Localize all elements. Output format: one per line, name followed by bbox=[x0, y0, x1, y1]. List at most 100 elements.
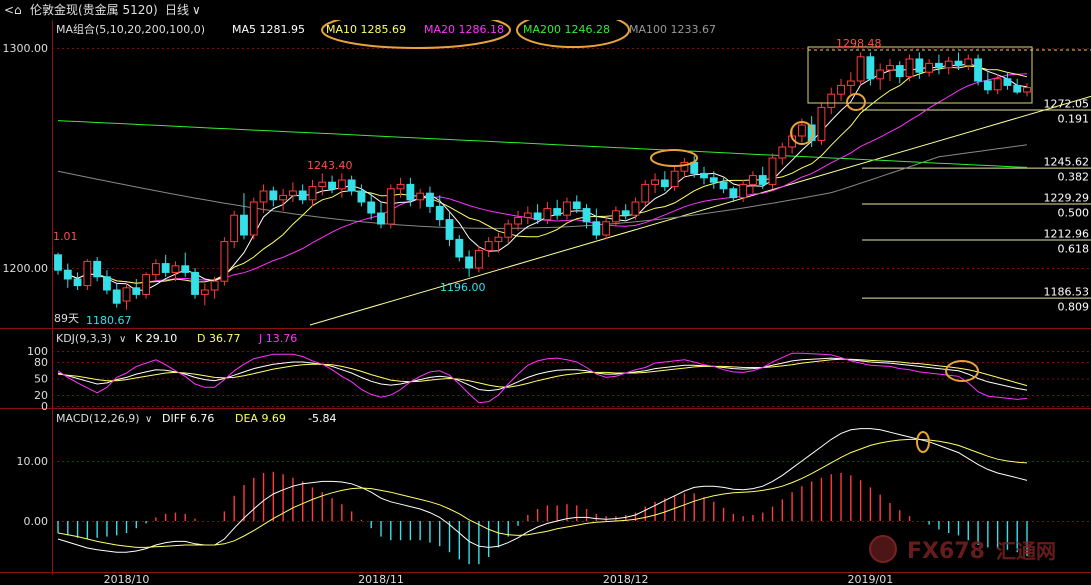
candle-body bbox=[543, 208, 552, 221]
instrument-title[interactable]: 伦敦金现(贵金属 5120) bbox=[30, 0, 158, 20]
candle-body bbox=[347, 179, 356, 192]
macd-diff-line bbox=[57, 428, 1028, 553]
candle-body bbox=[298, 190, 307, 201]
candle-body bbox=[719, 181, 728, 190]
candle-body bbox=[445, 219, 454, 240]
candle-body bbox=[210, 280, 219, 291]
x-tick-label: 2019/01 bbox=[848, 573, 894, 585]
candle-body bbox=[886, 65, 894, 71]
candle-body bbox=[249, 201, 258, 236]
back-icon[interactable]: <⌂ bbox=[4, 0, 22, 20]
x-tick-label: 2018/12 bbox=[603, 573, 649, 585]
candle-body bbox=[1023, 87, 1031, 93]
ma10-line bbox=[67, 65, 1028, 284]
macd-diff-legend: DIFF 6.76 bbox=[162, 412, 214, 425]
candle-body bbox=[200, 289, 209, 295]
kdj-j-legend: J 13.76 bbox=[258, 332, 297, 345]
chart-canvas: 1272.050.1911245.620.3821229.290.5001212… bbox=[0, 11, 1091, 585]
candle-body bbox=[367, 201, 376, 214]
candle-body bbox=[161, 263, 170, 273]
candle-body bbox=[768, 157, 777, 185]
candle-body bbox=[191, 271, 199, 295]
candle-body bbox=[377, 212, 385, 225]
candle-body bbox=[171, 265, 180, 273]
candle-body bbox=[132, 287, 141, 295]
candle-body bbox=[426, 192, 434, 207]
ma5-line bbox=[67, 62, 1028, 291]
candle-body bbox=[700, 172, 708, 179]
candle-body bbox=[563, 201, 571, 216]
kdj-y-tick-label: 80 bbox=[34, 356, 48, 369]
candle-body bbox=[670, 170, 679, 188]
kdj-legend-name: KDJ(9,3,3) bbox=[56, 332, 112, 345]
candle-body bbox=[142, 274, 151, 295]
moving-average-lines bbox=[57, 62, 1028, 291]
candle-body bbox=[112, 289, 121, 304]
x-tick-labels: 2018/10 2018/11 2018/12 2019/01 bbox=[104, 572, 894, 585]
macd-dropdown-glyph[interactable]: ∨ bbox=[145, 414, 152, 425]
label-high-nov: 1243.40 bbox=[307, 159, 353, 172]
fib-level-ratio: 0.618 bbox=[1058, 242, 1090, 255]
candle-body bbox=[749, 175, 757, 185]
candle-body bbox=[435, 205, 444, 221]
candle-body bbox=[337, 179, 346, 190]
candle-body bbox=[866, 56, 875, 80]
ma5-legend: MA5 1281.95 bbox=[232, 23, 305, 36]
candle-body bbox=[54, 254, 62, 271]
fib-level-ratio: 0.500 bbox=[1058, 207, 1090, 220]
candle-body bbox=[925, 62, 934, 73]
label-high-far-left: 1.01 bbox=[53, 230, 78, 243]
candle-body bbox=[416, 192, 425, 201]
candle-body bbox=[954, 60, 963, 67]
candle-body bbox=[631, 201, 640, 216]
support-trendline bbox=[309, 95, 1091, 326]
candle-body bbox=[817, 106, 826, 141]
macd-dea-legend: DEA 9.69 bbox=[235, 412, 286, 425]
label-low-oct: 1180.67 bbox=[86, 314, 132, 327]
candle-body bbox=[944, 60, 953, 69]
candle-body bbox=[474, 249, 483, 269]
ma100-legend: MA100 1233.67 bbox=[629, 23, 716, 36]
candle-body bbox=[181, 265, 190, 273]
kdj-dropdown-glyph[interactable]: ∨ bbox=[119, 334, 126, 345]
candlesticks bbox=[54, 52, 1031, 310]
candle-body bbox=[465, 256, 474, 269]
candle-body bbox=[269, 190, 278, 201]
candle-body bbox=[729, 188, 738, 199]
dec-top-ellipse bbox=[650, 149, 698, 167]
candle-body bbox=[758, 175, 767, 185]
candle-body bbox=[582, 208, 591, 223]
candle-body bbox=[572, 201, 581, 210]
candle-body bbox=[63, 269, 72, 280]
candle-body bbox=[651, 179, 659, 185]
candle-body bbox=[523, 212, 532, 218]
x-tick-label: 2018/11 bbox=[358, 573, 404, 585]
trendline-touch-ellipse-2 bbox=[846, 93, 866, 111]
candle-body bbox=[739, 183, 748, 199]
ma200-line bbox=[57, 120, 1028, 168]
candle-body bbox=[905, 58, 914, 78]
candle-body bbox=[837, 84, 845, 95]
fibonacci-levels: 1272.050.1911245.620.3821229.290.5001212… bbox=[309, 95, 1091, 326]
candle-body bbox=[386, 188, 395, 225]
fib-level-ratio: 0.191 bbox=[1058, 112, 1090, 125]
period-label[interactable]: 日线 bbox=[165, 0, 189, 20]
candle-body bbox=[641, 183, 650, 203]
kdj-d-legend: D 36.77 bbox=[197, 332, 240, 345]
kdj-y-tick-label: 0 bbox=[41, 400, 48, 413]
chevron-down-icon[interactable]: ∨ bbox=[192, 0, 201, 20]
candle-body bbox=[151, 263, 160, 276]
fib-level-ratio: 0.809 bbox=[1058, 301, 1090, 314]
candle-body bbox=[288, 190, 297, 196]
candle-body bbox=[611, 210, 620, 223]
candle-body bbox=[876, 69, 885, 80]
toolbar: <⌂ 伦敦金现(贵金属 5120) 日线 ∨ bbox=[0, 0, 1091, 20]
candle-body bbox=[494, 236, 503, 243]
ma200-legend: MA200 1246.28 bbox=[523, 23, 610, 36]
main-y-tick-label: 1200.00 bbox=[3, 262, 49, 275]
fib-level-price: 1245.62 bbox=[1044, 156, 1090, 169]
candle-body bbox=[602, 221, 611, 236]
candle-body bbox=[846, 80, 855, 86]
candle-body bbox=[660, 179, 669, 188]
y-tick-labels: 1300.001200.00100805020010.000.00 bbox=[3, 42, 49, 528]
